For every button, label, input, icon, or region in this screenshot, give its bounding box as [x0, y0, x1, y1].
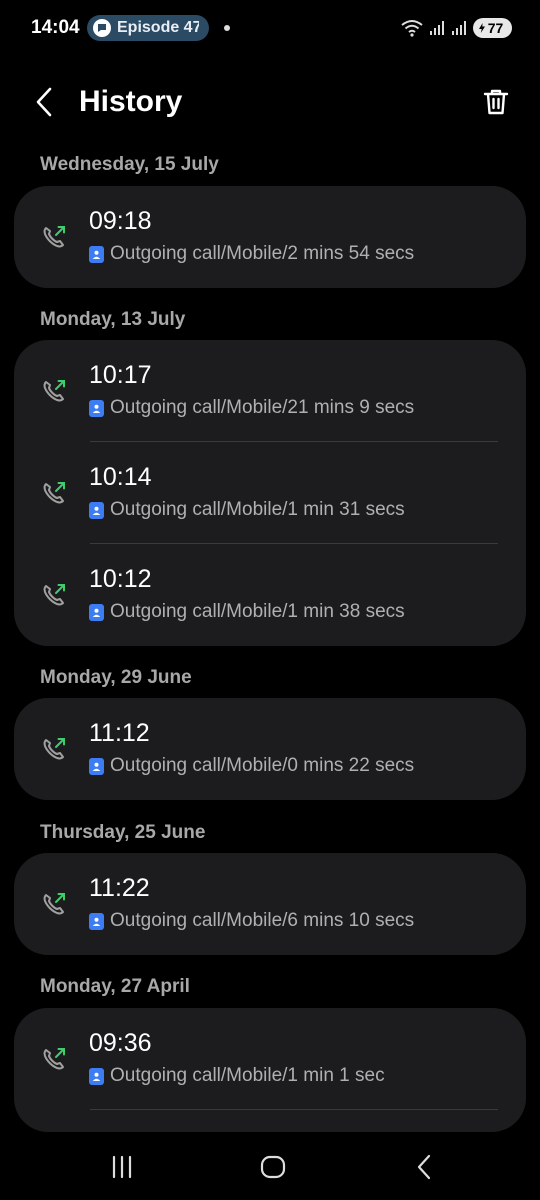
call-group-card: 11:12 Outgoing call/Mobile/0 mins 22 sec… — [14, 698, 526, 800]
delete-button[interactable] — [478, 84, 514, 120]
outgoing-call-icon — [43, 226, 65, 248]
recents-button[interactable] — [102, 1151, 142, 1183]
contact-icon — [89, 501, 104, 519]
call-detail: Outgoing call/Mobile/1 min 1 sec — [89, 1065, 385, 1087]
call-group-card: 09:36 Outgoing call/Mobile/1 min 1 sec — [14, 1008, 526, 1132]
date-header: Monday, 13 July — [40, 309, 186, 330]
home-button[interactable] — [253, 1151, 293, 1183]
contact-icon — [89, 912, 104, 930]
outgoing-call-icon — [43, 584, 65, 606]
nav-back-button[interactable] — [404, 1151, 444, 1183]
back-icon — [417, 1154, 431, 1180]
notification-dot-icon — [224, 25, 230, 31]
call-detail-text: Outgoing call/Mobile/6 mins 10 secs — [110, 910, 415, 931]
call-time: 11:22 — [89, 874, 150, 902]
contact-icon — [89, 757, 104, 775]
call-entry[interactable]: 11:12 Outgoing call/Mobile/0 mins 22 sec… — [14, 698, 526, 800]
call-time: 10:12 — [89, 565, 152, 593]
call-time: 10:17 — [89, 361, 152, 389]
call-entry[interactable]: 10:12 Outgoing call/Mobile/1 min 38 secs — [14, 544, 526, 646]
call-time: 09:18 — [89, 207, 152, 235]
system-nav-bar — [0, 1135, 540, 1200]
page-title: History — [79, 85, 183, 118]
call-detail: Outgoing call/Mobile/21 mins 9 secs — [89, 397, 414, 419]
call-detail-text: Outgoing call/Mobile/1 min 1 sec — [110, 1065, 385, 1086]
date-header: Wednesday, 15 July — [40, 154, 219, 175]
status-bar: 14:04 Episode 47 77 — [0, 0, 540, 56]
call-time: 09:36 — [89, 1029, 152, 1057]
outgoing-call-icon — [43, 738, 65, 760]
call-detail-text: Outgoing call/Mobile/0 mins 22 secs — [110, 755, 415, 776]
contact-icon — [89, 1067, 104, 1085]
call-detail: Outgoing call/Mobile/1 min 38 secs — [89, 601, 405, 623]
call-time: 11:12 — [89, 719, 150, 747]
call-entry[interactable]: 10:17 Outgoing call/Mobile/21 mins 9 sec… — [14, 340, 526, 442]
battery-level: 77 — [487, 20, 504, 36]
signal-icon-2 — [452, 21, 466, 35]
call-time: 10:14 — [89, 463, 152, 491]
app-header: History — [0, 72, 540, 132]
outgoing-call-icon — [43, 380, 65, 402]
date-header: Thursday, 25 June — [40, 822, 206, 843]
call-detail: Outgoing call/Mobile/1 min 31 secs — [89, 499, 405, 521]
call-detail: Outgoing call/Mobile/6 mins 10 secs — [89, 910, 414, 932]
call-group-card: 10:17 Outgoing call/Mobile/21 mins 9 sec… — [14, 340, 526, 646]
call-entry[interactable]: 10:14 Outgoing call/Mobile/1 min 31 secs — [14, 442, 526, 544]
signal-icon — [430, 21, 444, 35]
status-icons: 77 — [401, 16, 512, 40]
contact-icon — [89, 399, 104, 417]
call-entry[interactable]: 09:36 Outgoing call/Mobile/1 min 1 sec — [14, 1008, 526, 1110]
outgoing-call-icon — [43, 482, 65, 504]
chevron-left-icon — [36, 87, 52, 117]
call-detail-text: Outgoing call/Mobile/1 min 31 secs — [110, 499, 405, 520]
message-bubble-icon — [93, 19, 111, 37]
home-icon — [260, 1155, 286, 1179]
battery-icon: 77 — [473, 18, 512, 38]
call-detail-text: Outgoing call/Mobile/21 mins 9 secs — [110, 397, 415, 418]
call-detail-text: Outgoing call/Mobile/2 mins 54 secs — [110, 243, 415, 264]
outgoing-call-icon — [43, 1048, 65, 1070]
notification-pill[interactable]: Episode 47 — [87, 15, 209, 41]
date-header: Monday, 27 April — [40, 976, 190, 997]
contact-icon — [89, 603, 104, 621]
divider — [90, 1109, 498, 1110]
wifi-icon — [401, 20, 423, 37]
trash-icon — [483, 89, 509, 115]
call-detail: Outgoing call/Mobile/2 mins 54 secs — [89, 243, 414, 265]
recents-icon — [112, 1155, 132, 1179]
back-button[interactable] — [28, 84, 60, 120]
outgoing-call-icon — [43, 893, 65, 915]
notification-pill-text: Episode 47 — [117, 19, 199, 36]
call-group-card: 09:18 Outgoing call/Mobile/2 mins 54 sec… — [14, 186, 526, 288]
call-group-card: 11:22 Outgoing call/Mobile/6 mins 10 sec… — [14, 853, 526, 955]
call-detail: Outgoing call/Mobile/0 mins 22 secs — [89, 755, 414, 777]
call-entry[interactable]: 09:18 Outgoing call/Mobile/2 mins 54 sec… — [14, 186, 526, 288]
date-header: Monday, 29 June — [40, 667, 192, 688]
call-entry[interactable]: 11:22 Outgoing call/Mobile/6 mins 10 sec… — [14, 853, 526, 955]
call-detail-text: Outgoing call/Mobile/1 min 38 secs — [110, 601, 405, 622]
status-time: 14:04 — [31, 17, 80, 38]
contact-icon — [89, 245, 104, 263]
